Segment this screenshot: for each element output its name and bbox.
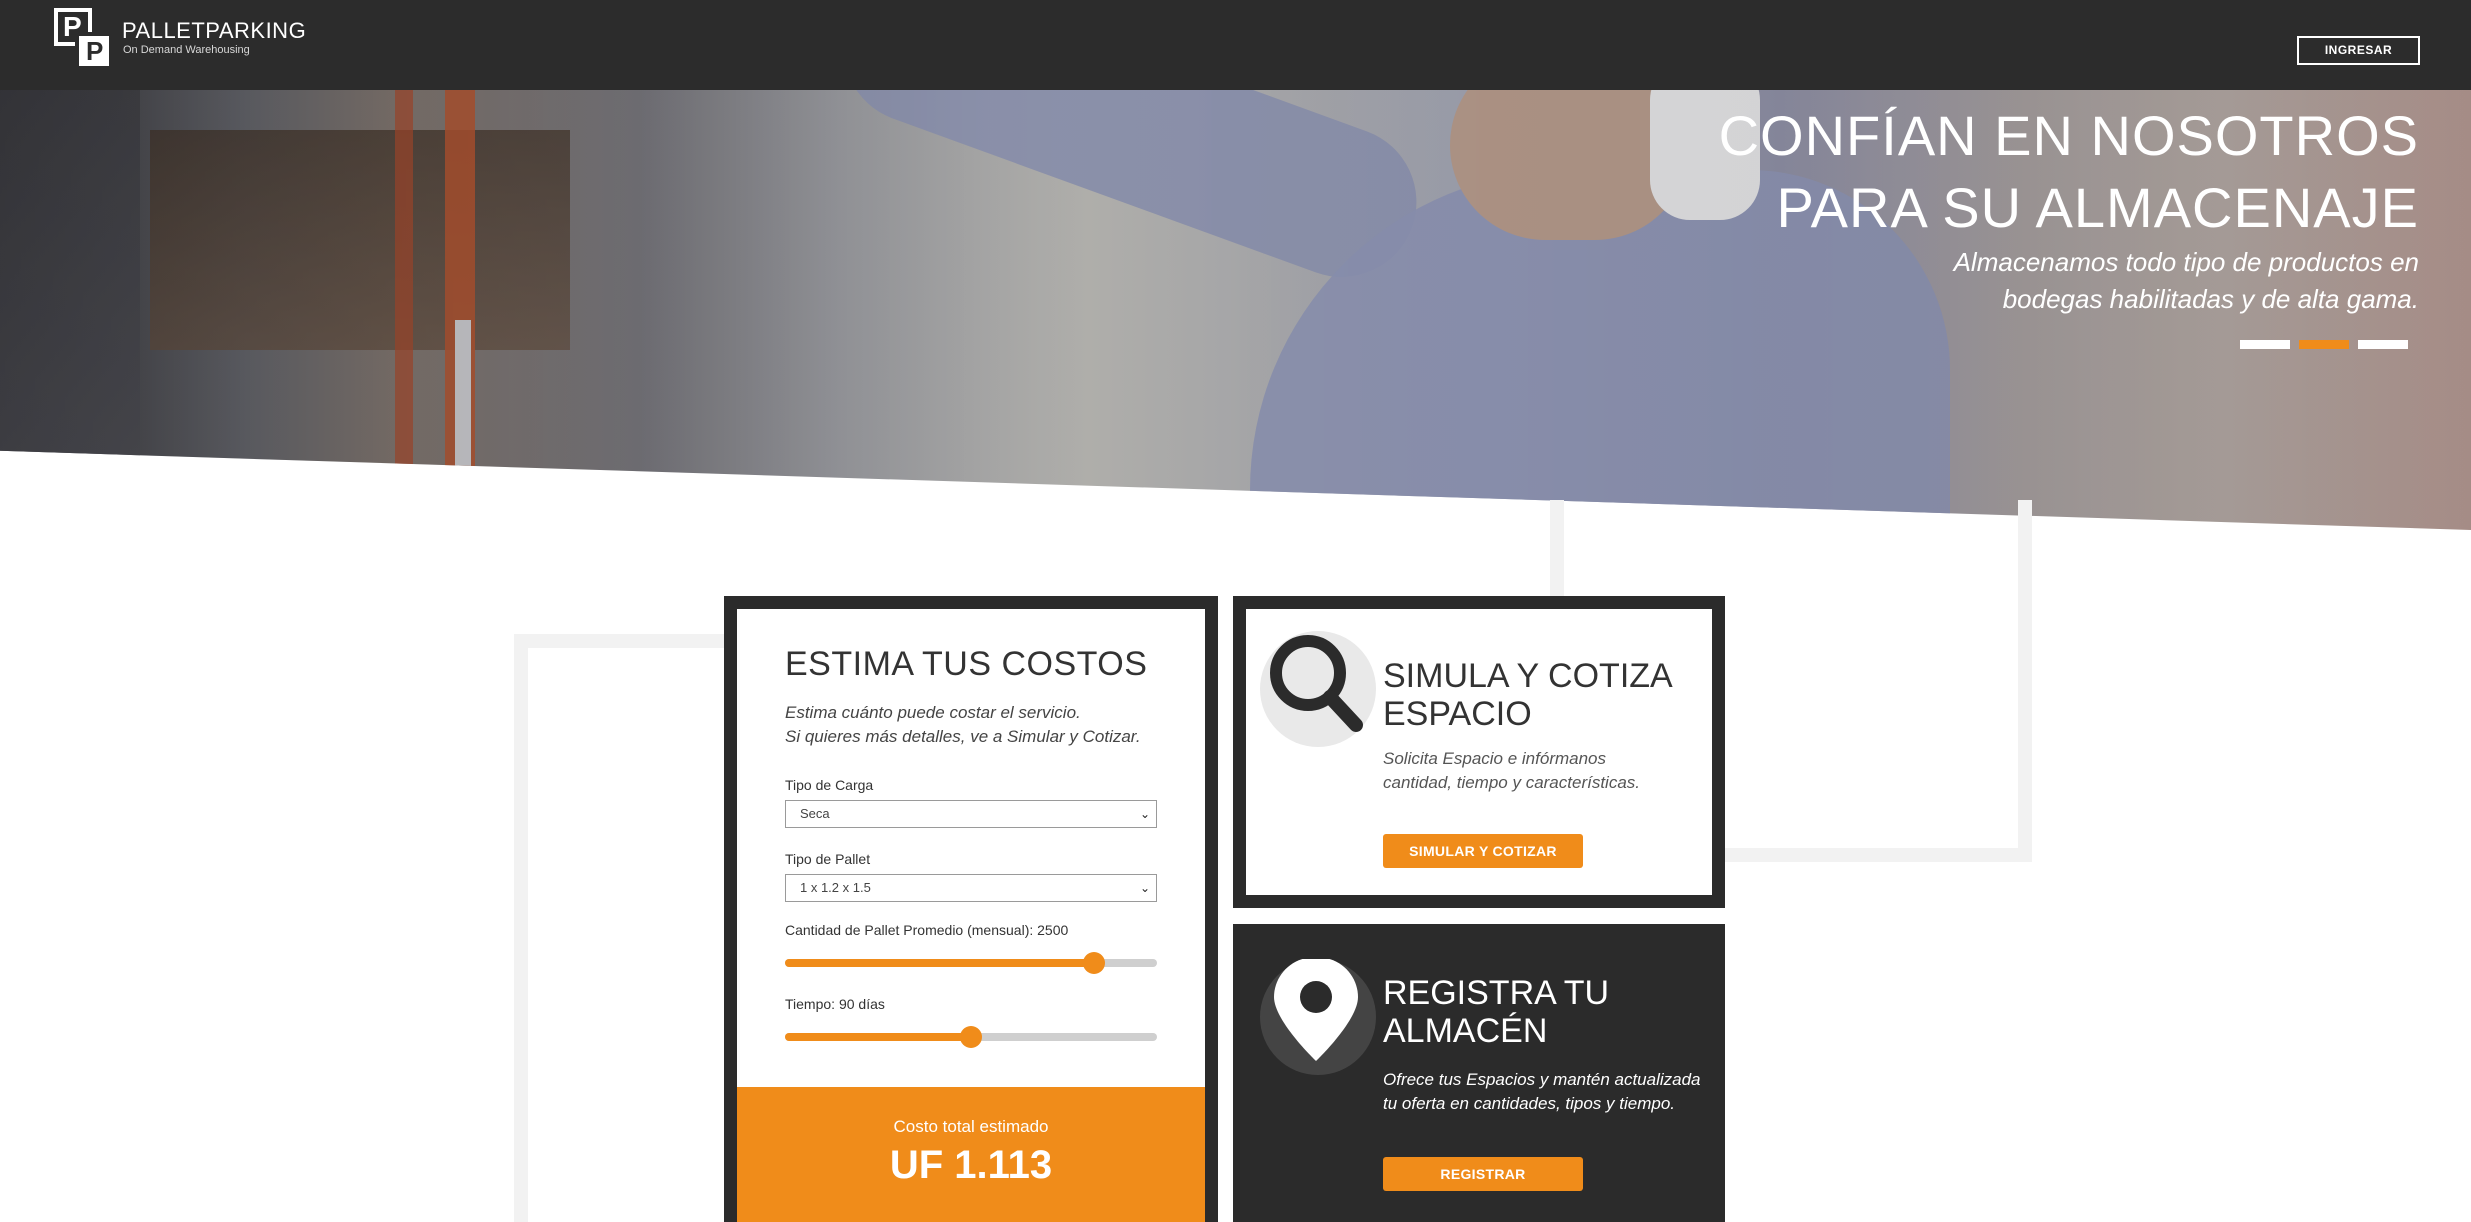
pallet-type-label: Tipo de Pallet xyxy=(785,851,871,867)
carousel-dot[interactable] xyxy=(2358,340,2408,349)
estimated-cost-value: UF 1.113 xyxy=(889,1143,1053,1187)
estimate-card: ESTIMA TUS COSTOS Estima cuánto puede co… xyxy=(724,596,1218,1222)
register-description: Ofrece tus Espacios y mantén actualizada… xyxy=(1383,1070,1701,1113)
pallet-quantity-label: Cantidad de Pallet Promedio (mensual): 2… xyxy=(785,922,1069,938)
slider-handle[interactable] xyxy=(960,1026,982,1048)
estimate-title: ESTIMA TUS COSTOS xyxy=(785,645,1148,683)
time-slider[interactable] xyxy=(785,1026,1157,1048)
top-header: P P PALLETPARKING On Demand Warehousing … xyxy=(0,0,2471,90)
pallet-type-select[interactable]: 1 x 1.2 x 1.5 ⌄ xyxy=(785,874,1157,902)
pallet-quantity-slider[interactable] xyxy=(785,952,1157,974)
map-pin-icon xyxy=(1260,957,1376,1075)
slider-handle[interactable] xyxy=(1082,952,1105,974)
carousel-indicators xyxy=(2240,340,2408,349)
simulate-quote-button[interactable]: SIMULAR Y COTIZAR xyxy=(1383,834,1583,868)
estimate-description: Estima cuánto puede costar el servicio. … xyxy=(785,703,1141,746)
brand-logo[interactable]: P P PALLETPARKING On Demand Warehousing xyxy=(54,8,316,70)
register-card: REGISTRA TU ALMACÉN Ofrece tus Espacios … xyxy=(1233,924,1725,1222)
estimated-cost-label: Costo total estimado xyxy=(893,1117,1049,1136)
simulate-description: Solicita Espacio e infórmanos cantidad, … xyxy=(1383,749,1641,792)
carousel-dot-active[interactable] xyxy=(2299,340,2349,349)
logo-icon: P P xyxy=(54,8,114,70)
decorative-frame xyxy=(514,634,734,1222)
register-title: REGISTRA TU ALMACÉN xyxy=(1383,974,1610,1050)
chevron-down-icon: ⌄ xyxy=(1139,807,1150,821)
brand-name: PALLETPARKING xyxy=(122,18,307,43)
hero-subtitle: Almacenamos todo tipo de productos en bo… xyxy=(1953,247,2419,314)
time-label: Tiempo: 90 días xyxy=(785,996,885,1012)
login-button[interactable]: INGRESAR xyxy=(2297,36,2420,65)
brand-tagline: On Demand Warehousing xyxy=(123,44,250,56)
hero-title: CONFÍAN EN NOSOTROS PARA SU ALMACENAJE xyxy=(1718,104,2419,239)
chevron-down-icon: ⌄ xyxy=(1139,881,1150,895)
carousel-dot[interactable] xyxy=(2240,340,2290,349)
simulate-card: SIMULA Y COTIZA ESPACIO Solicita Espacio… xyxy=(1233,596,1725,908)
slider-fill xyxy=(785,1033,971,1041)
cargo-type-select[interactable]: Seca ⌄ xyxy=(785,800,1157,828)
cargo-type-label: Tipo de Carga xyxy=(785,777,874,793)
search-icon xyxy=(1260,631,1376,747)
simulate-title: SIMULA Y COTIZA ESPACIO xyxy=(1383,657,1671,733)
register-button[interactable]: REGISTRAR xyxy=(1383,1157,1583,1191)
estimated-cost-panel: Costo total estimado UF 1.113 xyxy=(737,1087,1205,1222)
slider-fill xyxy=(785,959,1094,967)
